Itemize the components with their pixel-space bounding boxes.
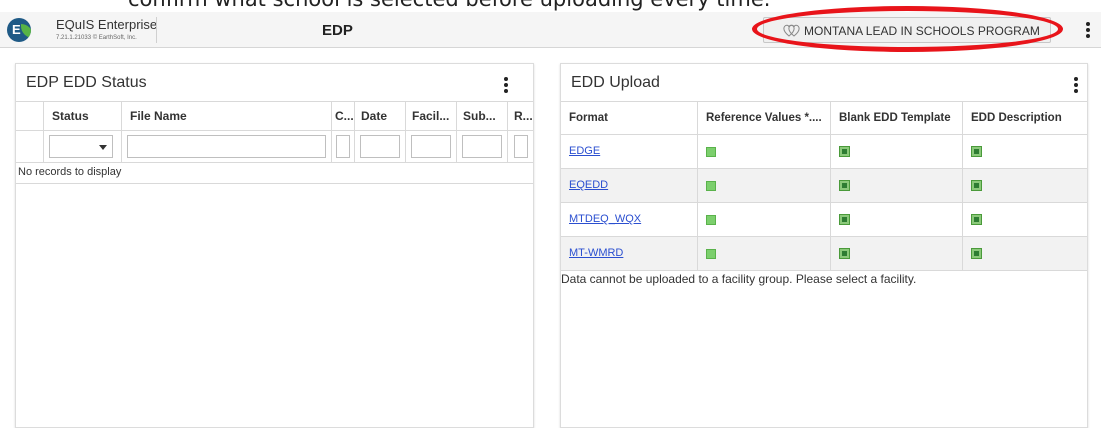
excel-template-icon[interactable] <box>839 180 850 191</box>
column-header-file-name[interactable]: File Name <box>121 102 331 131</box>
excel-template-icon[interactable] <box>839 214 850 225</box>
status-filter-row <box>16 131 533 163</box>
status-filter-dropdown[interactable] <box>49 135 113 158</box>
brand-version: 7.21.1.21033 © EarthSoft, Inc. <box>56 35 137 41</box>
status-panel-title: EDP EDD Status <box>26 74 147 91</box>
reference-values-icon[interactable] <box>706 181 716 191</box>
format-link-edge[interactable]: EDGE <box>569 145 600 157</box>
reference-values-icon[interactable] <box>706 249 716 259</box>
reference-values-icon[interactable] <box>706 147 716 157</box>
format-link-eqedd[interactable]: EQEDD <box>569 179 608 191</box>
upload-table-header: Format Reference Values *.... Blank EDD … <box>561 101 1087 135</box>
column-header-sub[interactable]: Sub... <box>456 102 507 131</box>
table-row: EQEDD <box>561 169 1087 203</box>
column-header-date[interactable]: Date <box>354 102 405 131</box>
r-filter-input[interactable] <box>514 135 528 158</box>
equis-logo-icon[interactable]: E <box>7 18 31 42</box>
empty-grid-message: No records to display <box>16 163 533 184</box>
column-header-r[interactable]: R... <box>507 102 533 131</box>
more-vert-icon[interactable] <box>1083 21 1093 39</box>
sub-filter-input[interactable] <box>462 135 502 158</box>
column-header-facility[interactable]: Facil... <box>405 102 456 131</box>
facility-filter-input[interactable] <box>411 135 451 158</box>
excel-description-icon[interactable] <box>971 248 982 259</box>
edd-upload-panel: EDD Upload Format Reference Values *....… <box>560 63 1088 428</box>
c-filter-input[interactable] <box>336 135 350 158</box>
file-name-filter-input[interactable] <box>127 135 326 158</box>
table-row: MT-WMRD <box>561 237 1087 271</box>
column-header-edd-description: EDD Description <box>962 102 1087 135</box>
upload-panel-title: EDD Upload <box>571 74 660 91</box>
table-row: MTDEQ_WQX <box>561 203 1087 237</box>
column-header-reference-values: Reference Values *.... <box>697 102 830 135</box>
format-link-mt-wmrd[interactable]: MT-WMRD <box>569 247 623 259</box>
row-select-header <box>16 102 43 131</box>
status-panel-menu-icon[interactable] <box>501 76 511 94</box>
excel-template-icon[interactable] <box>839 248 850 259</box>
brand-name: EQuIS Enterprise <box>56 17 158 32</box>
excel-description-icon[interactable] <box>971 214 982 225</box>
brand-divider <box>156 17 157 43</box>
column-header-status[interactable]: Status <box>43 102 121 131</box>
red-circle-annotation <box>752 6 1063 52</box>
excel-description-icon[interactable] <box>971 146 982 157</box>
excel-description-icon[interactable] <box>971 180 982 191</box>
format-link-mtdeq-wqx[interactable]: MTDEQ_WQX <box>569 213 641 225</box>
column-header-blank-template: Blank EDD Template <box>830 102 962 135</box>
chevron-down-icon <box>99 145 107 150</box>
column-header-c[interactable]: C... <box>331 102 354 131</box>
upload-panel-menu-icon[interactable] <box>1071 76 1081 94</box>
column-header-format: Format <box>569 112 608 124</box>
table-row: EDGE <box>561 135 1087 169</box>
status-grid-header: Status File Name C... Date Facil... Sub.… <box>16 101 533 131</box>
page-title: EDP <box>322 22 353 39</box>
edd-status-panel: EDP EDD Status Status File Name C... Dat… <box>15 63 534 428</box>
excel-template-icon[interactable] <box>839 146 850 157</box>
caption-text: confirm what school is selected before u… <box>128 0 770 11</box>
upload-facility-note: Data cannot be uploaded to a facility gr… <box>561 272 917 286</box>
reference-values-icon[interactable] <box>706 215 716 225</box>
date-filter-input[interactable] <box>360 135 400 158</box>
